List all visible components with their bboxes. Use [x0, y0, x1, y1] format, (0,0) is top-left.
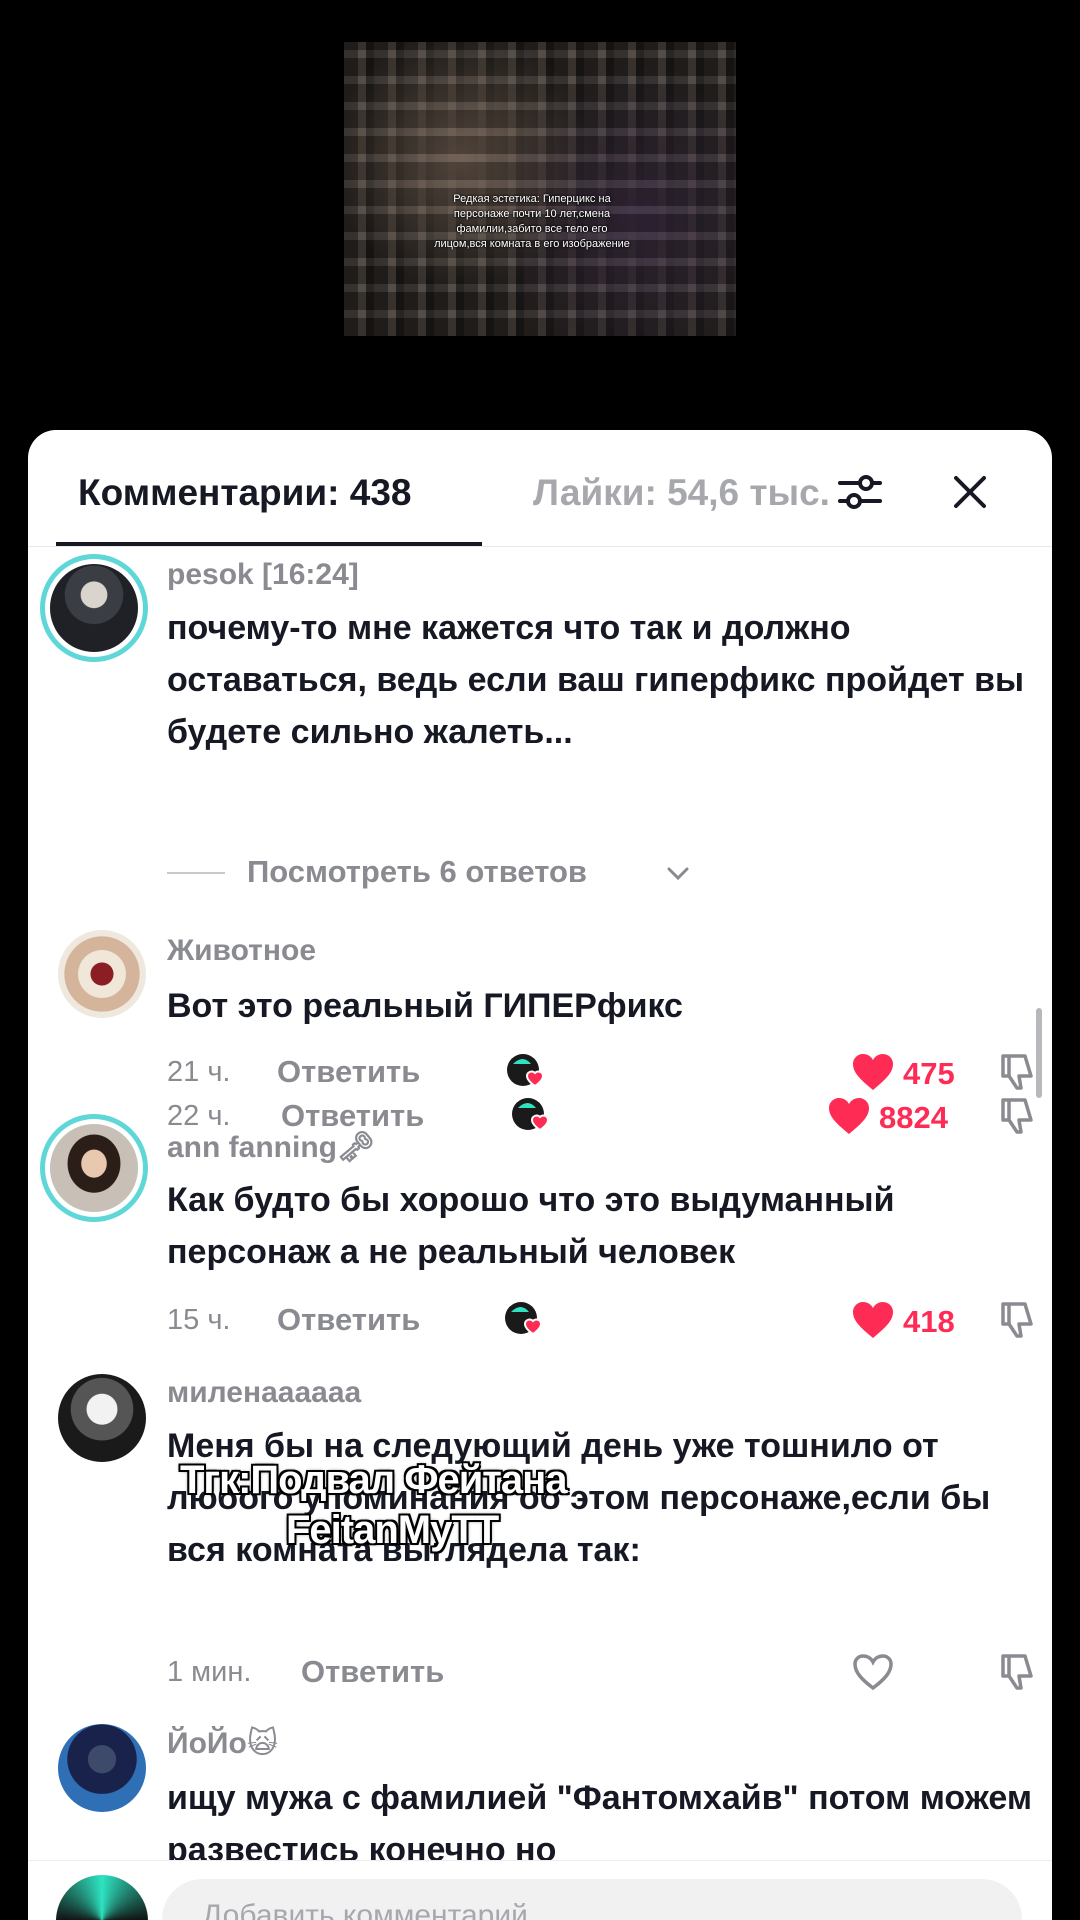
comment-text: ищу мужа с фамилией "Фантомхайв" потом м…: [167, 1779, 1032, 1869]
tab-comments[interactable]: Комментарии: 438: [78, 472, 412, 514]
creator-liked-icon: [507, 1054, 545, 1088]
comment-input[interactable]: Добавить комментарий...: [162, 1879, 1022, 1920]
overlay-watermark-line1: Тгк:Подвал Фейтана: [180, 1458, 568, 1502]
comment-username[interactable]: миленаааааа: [167, 1376, 361, 1410]
thumbs-down-icon[interactable]: [997, 1298, 1041, 1342]
heart-outline-icon[interactable]: [851, 1652, 895, 1692]
comment-input-placeholder: Добавить комментарий...: [202, 1899, 553, 1920]
comments-sheet: Комментарии: 438 Лайки: 54,6 тыс. pesok …: [28, 430, 1052, 1920]
avatar[interactable]: [50, 564, 138, 652]
creator-liked-icon: [512, 1098, 550, 1132]
comments-header: Комментарии: 438 Лайки: 54,6 тыс.: [28, 430, 1052, 547]
creator-liked-icon: [505, 1302, 543, 1336]
avatar[interactable]: [58, 1374, 146, 1462]
heart-icon[interactable]: [851, 1300, 895, 1340]
reply-button[interactable]: Ответить: [277, 1302, 420, 1338]
heart-icon[interactable]: [827, 1096, 871, 1136]
like-count: 8824: [879, 1100, 948, 1135]
comment-actions: 21 ч. Ответить 475: [167, 1050, 1037, 1094]
comment-username[interactable]: ann fanning🗝: [167, 1130, 375, 1165]
thumbs-down-icon[interactable]: [997, 1094, 1041, 1138]
view-replies-label: Посмотреть 6 ответов: [247, 854, 587, 889]
reply-button[interactable]: Ответить: [281, 1098, 424, 1134]
comment-input-bar: Добавить комментарий...: [28, 1860, 1052, 1920]
video-preview[interactable]: Редкая эстетика: Гиперцикс на персонаже …: [344, 42, 736, 336]
avatar[interactable]: [50, 1124, 138, 1212]
avatar: [56, 1875, 148, 1920]
comment-text: почему-то мне кажется что так и должно о…: [167, 609, 1025, 751]
reply-button[interactable]: Ответить: [277, 1054, 420, 1090]
view-replies-button[interactable]: Посмотреть 6 ответов: [167, 850, 767, 894]
overlay-watermark-line2: FeitanMyTT: [286, 1508, 499, 1552]
comment-time: 15 ч.: [167, 1304, 231, 1336]
like-count: 418: [903, 1304, 955, 1339]
avatar[interactable]: [58, 1724, 146, 1812]
chevron-down-icon: [667, 867, 689, 881]
video-caption: Редкая эстетика: Гиперцикс на персонаже …: [434, 193, 630, 250]
active-tab-indicator: [56, 542, 482, 546]
like-count: 475: [903, 1056, 955, 1091]
comment-text: Вот это реальный ГИПЕРфикс: [167, 987, 683, 1025]
comment-username[interactable]: pesok [16:24]: [167, 558, 359, 592]
comment-actions: 1 мин. Ответить: [167, 1650, 1037, 1694]
sliders-icon[interactable]: [836, 468, 884, 516]
comment-time: 1 мин.: [167, 1656, 252, 1688]
reply-button[interactable]: Ответить: [301, 1654, 444, 1690]
tab-likes[interactable]: Лайки: 54,6 тыс.: [533, 472, 833, 514]
avatar[interactable]: [58, 930, 146, 1018]
comment-text: Как будто бы хорошо что это выдуманный п…: [167, 1181, 895, 1271]
comment-time: 22 ч.: [167, 1100, 231, 1132]
close-icon[interactable]: [946, 468, 994, 516]
thumbs-down-icon[interactable]: [997, 1050, 1041, 1094]
comment-username[interactable]: Животное: [167, 934, 316, 968]
comment-actions: 15 ч. Ответить 418: [167, 1298, 1037, 1342]
thumbs-down-icon[interactable]: [997, 1650, 1041, 1694]
heart-icon[interactable]: [851, 1052, 895, 1092]
comment-username[interactable]: ЙоЙо🙀: [167, 1726, 278, 1761]
comment-time: 21 ч.: [167, 1056, 231, 1088]
divider: [167, 872, 225, 874]
